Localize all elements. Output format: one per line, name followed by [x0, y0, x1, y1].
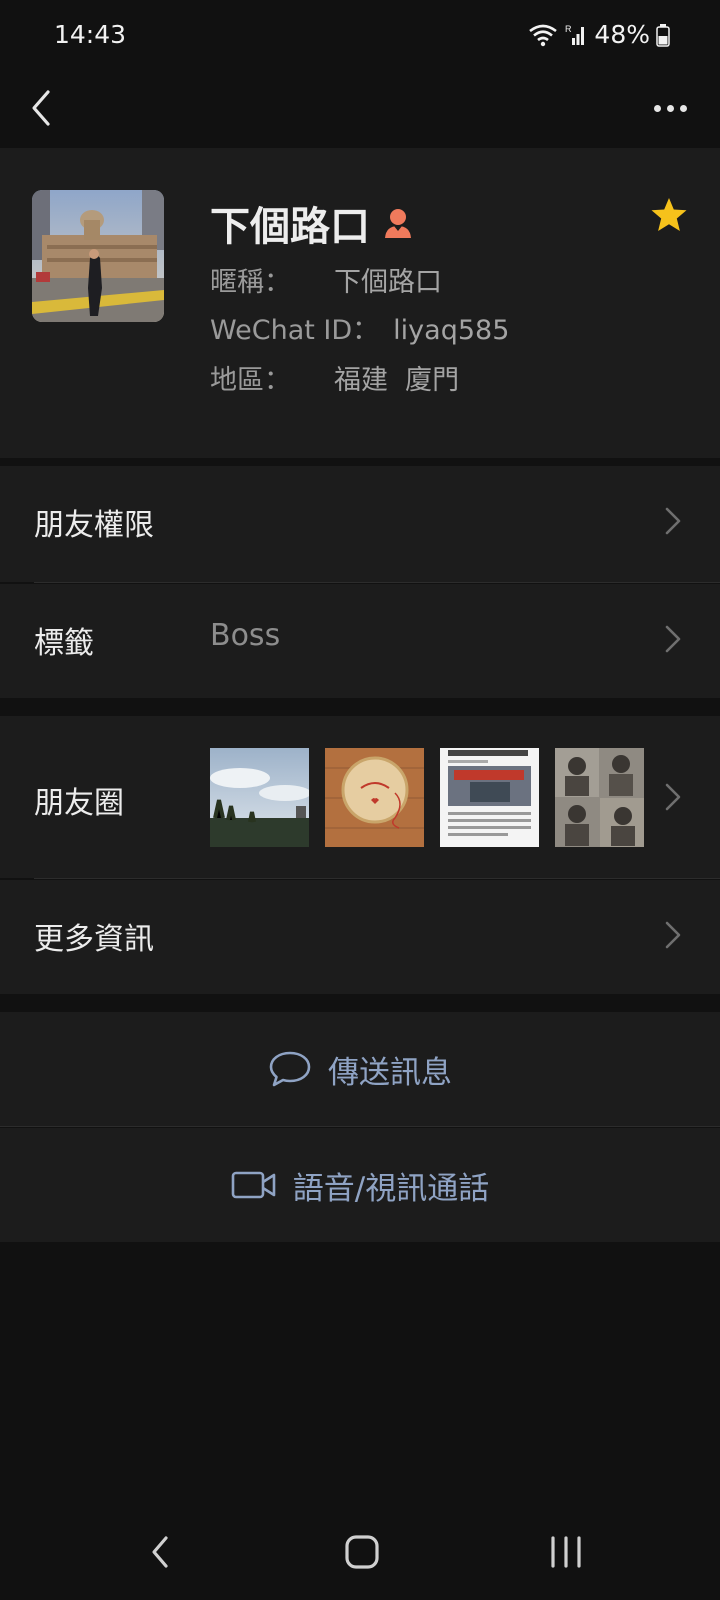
battery-percent: 48%: [594, 20, 650, 49]
wechat-id-label: WeChat ID：: [210, 315, 380, 346]
signal-icon: R: [565, 24, 585, 45]
send-message-button[interactable]: 傳送訊息: [0, 1012, 720, 1126]
wechat-id-line: WeChat ID： liyaq585: [210, 308, 509, 347]
more-button[interactable]: [642, 86, 698, 130]
nickname-label: 暱稱：: [210, 267, 291, 298]
tags-row[interactable]: 標籤 Boss: [0, 584, 720, 698]
chevron-right-icon: [665, 507, 681, 535]
chevron-right-icon: [665, 921, 681, 949]
friend-permissions-label: 朋友權限: [34, 508, 154, 543]
send-message-label: 傳送訊息: [328, 1054, 452, 1091]
moments-thumbnails: [210, 748, 644, 847]
back-arrow-icon: [32, 90, 50, 126]
moment-thumbnail: [210, 748, 309, 847]
nickname-line: 暱稱： 下個路口: [210, 260, 442, 299]
svg-text:R: R: [565, 24, 572, 34]
moment-thumbnail: [440, 748, 539, 847]
moments-row[interactable]: 朋友圈: [0, 716, 720, 878]
top-bar: [0, 72, 720, 148]
more-info-label: 更多資訊: [34, 922, 154, 957]
region-value: 福建 廈門: [334, 365, 460, 396]
region-label: 地區：: [210, 365, 291, 396]
status-icons: R 48%: [528, 20, 670, 49]
divider: [0, 1126, 720, 1127]
friend-permissions-row[interactable]: 朋友權限: [0, 466, 720, 582]
more-info-row[interactable]: 更多資訊: [0, 880, 720, 994]
profile-card: 下個路口 暱稱： 下個路口 WeChat ID： liyaq585 地區： 福建 廈門: [0, 148, 720, 458]
nickname-value: 下個路口: [334, 267, 442, 298]
chevron-right-icon: [665, 625, 681, 653]
nav-back-icon[interactable]: [146, 1534, 176, 1570]
wifi-icon: [529, 24, 558, 46]
moment-thumbnail: [555, 748, 644, 847]
avatar[interactable]: [32, 190, 164, 322]
region-line: 地區： 福建 廈門: [210, 358, 459, 397]
voice-video-call-button[interactable]: 語音/視訊通話: [0, 1128, 720, 1242]
star-icon[interactable]: [650, 196, 688, 234]
chevron-right-icon: [665, 783, 681, 811]
divider: [34, 878, 720, 879]
battery-icon: [656, 23, 670, 47]
video-camera-icon: [231, 1171, 276, 1199]
status-time: 14:43: [54, 20, 127, 49]
more-icon: [653, 104, 661, 112]
status-bar: 14:43 R 48%: [0, 0, 720, 72]
voice-video-call-label: 語音/視訊通話: [292, 1170, 490, 1207]
name-row: 下個路口: [210, 194, 414, 252]
moment-thumbnail: [325, 748, 424, 847]
divider: [34, 582, 720, 583]
tags-value: Boss: [210, 618, 281, 653]
moments-label: 朋友圈: [34, 786, 124, 821]
profile-name: 下個路口: [210, 204, 370, 250]
nav-home-icon[interactable]: [344, 1534, 380, 1570]
female-user-icon: [385, 209, 411, 238]
wechat-id-value: liyaq585: [393, 315, 510, 346]
system-nav-bar: [0, 1500, 720, 1600]
nav-recent-apps-icon[interactable]: [548, 1536, 584, 1568]
tags-label: 標籤: [34, 626, 94, 661]
chat-bubble-icon: [269, 1051, 311, 1087]
back-button[interactable]: [22, 86, 66, 130]
